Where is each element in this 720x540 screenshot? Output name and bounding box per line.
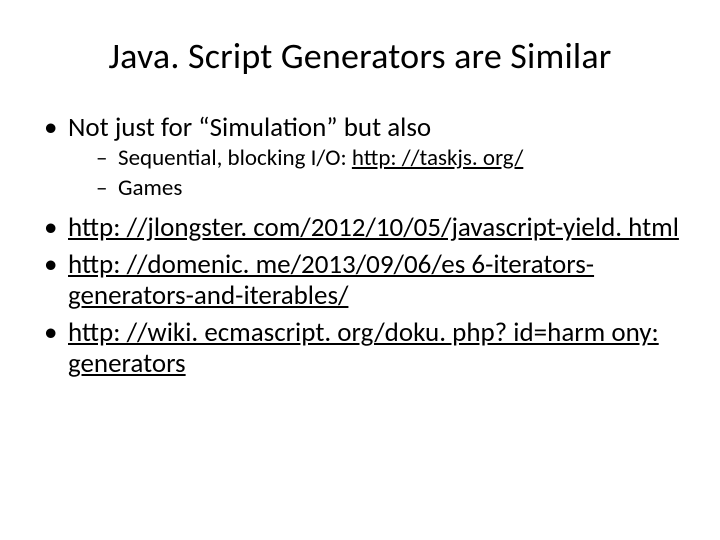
- slide-title: Java. Script Generators are Similar: [40, 34, 680, 78]
- bullet-1-text: Not just for “Simulation” but also: [68, 111, 431, 144]
- bullet-2-link[interactable]: http: //jlongster. com/2012/10/05/javasc…: [68, 211, 679, 244]
- bullet-2: http: //jlongster. com/2012/10/05/javasc…: [40, 212, 680, 243]
- slide: Java. Script Generators are Similar Not …: [0, 0, 720, 540]
- subbullet-1-link[interactable]: http: //taskjs. org/: [352, 144, 523, 172]
- bullet-4: http: //wiki. ecmascript. org/doku. php?…: [40, 317, 680, 379]
- subbullet-1-prefix: Sequential, blocking I/O:: [118, 144, 352, 172]
- bullet-3-link[interactable]: http: //domenic. me/2013/09/06/es 6-iter…: [68, 248, 594, 312]
- bullet-3: http: //domenic. me/2013/09/06/es 6-iter…: [40, 249, 680, 311]
- bullet-1-sublist: Sequential, blocking I/O: http: //taskjs…: [68, 145, 680, 202]
- subbullet-2: Games: [96, 175, 680, 203]
- bullet-list: Not just for “Simulation” but also Seque…: [40, 112, 680, 379]
- subbullet-1: Sequential, blocking I/O: http: //taskjs…: [96, 145, 680, 173]
- bullet-1: Not just for “Simulation” but also Seque…: [40, 112, 680, 202]
- bullet-4-link[interactable]: http: //wiki. ecmascript. org/doku. php?…: [68, 316, 659, 380]
